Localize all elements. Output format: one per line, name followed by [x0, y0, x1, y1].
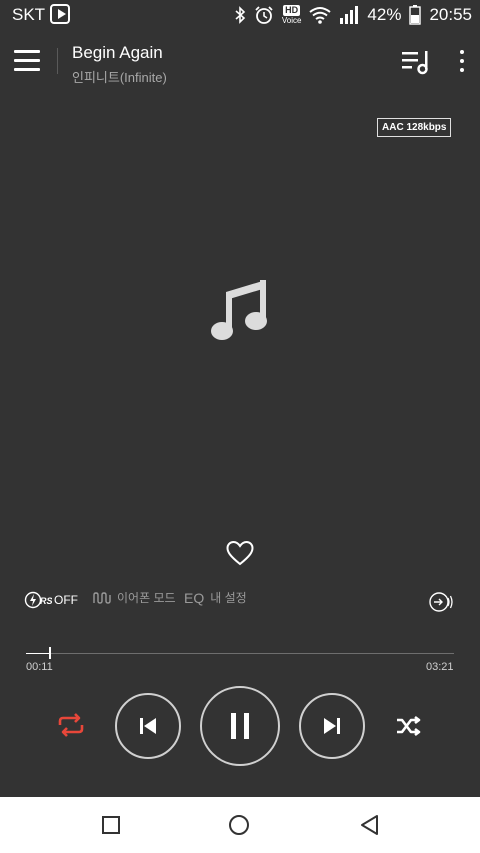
favorite-heart-icon[interactable]	[226, 540, 254, 566]
voice-label: Voice	[281, 15, 302, 25]
repeat-button[interactable]	[56, 712, 86, 738]
song-artist: 인피니트(Infinite)	[72, 70, 167, 85]
eq-setting-label: 내 설정	[210, 591, 247, 605]
rs-icon: RS	[24, 591, 52, 609]
skip-next-icon	[324, 718, 340, 734]
player-header: Begin Again 인피니트(Infinite)	[0, 30, 480, 92]
music-note-icon	[211, 280, 267, 340]
earphone-mode-label: 이어폰 모드	[117, 591, 176, 605]
playlist-button[interactable]	[400, 48, 430, 76]
recent-apps-button[interactable]	[102, 816, 120, 834]
repeat-icon	[58, 713, 84, 737]
play-badge-icon	[50, 4, 70, 24]
seek-bar-progress	[26, 653, 50, 654]
playlist-icon	[402, 51, 428, 75]
shuffle-button[interactable]	[396, 714, 422, 738]
menu-button[interactable]	[14, 50, 42, 72]
seek-bar[interactable]	[26, 653, 454, 654]
shuffle-icon	[397, 715, 421, 737]
seek-bar-thumb[interactable]	[48, 647, 51, 659]
menu-icon	[14, 50, 40, 53]
more-options-button[interactable]	[455, 48, 469, 76]
cast-icon	[429, 592, 453, 612]
elapsed-time: 00:11	[26, 661, 53, 673]
skip-previous-icon	[140, 718, 156, 734]
signal-icon	[340, 6, 359, 24]
codec-badge: AAC 128kbps	[377, 118, 452, 137]
alarm-icon	[255, 6, 273, 24]
pause-icon	[231, 713, 249, 739]
hd-voice-icon: HD Voice	[281, 4, 302, 26]
rs-status: OFF	[54, 593, 78, 607]
svg-text:RS: RS	[40, 596, 52, 606]
battery-percent: 42%	[367, 5, 402, 24]
back-icon	[361, 815, 378, 835]
carrier-label: SKT	[12, 5, 46, 24]
system-nav-bar	[0, 797, 480, 853]
wave-icon	[93, 591, 111, 604]
song-title: Begin Again	[72, 43, 163, 62]
next-button[interactable]	[299, 693, 365, 759]
total-time: 03:21	[426, 661, 454, 673]
home-button[interactable]	[229, 815, 249, 835]
wifi-icon	[309, 7, 332, 24]
hd-label: HD	[283, 4, 301, 16]
back-button[interactable]	[359, 814, 381, 836]
status-icons: HD Voice 42% 20:55	[234, 3, 472, 27]
status-bar: SKT HD Voice 42% 20:55	[0, 0, 480, 30]
battery-icon	[409, 5, 422, 25]
header-divider	[57, 48, 58, 74]
pause-button[interactable]	[200, 686, 280, 766]
eq-button[interactable]: EQ 내 설정	[184, 589, 247, 606]
previous-button[interactable]	[115, 693, 181, 759]
eq-label: EQ	[184, 589, 205, 606]
clock: 20:55	[429, 5, 472, 24]
bluetooth-icon	[235, 6, 246, 24]
earphone-mode-button[interactable]: 이어폰 모드	[93, 589, 176, 606]
rs-toggle[interactable]: RS OFF	[24, 591, 78, 609]
more-vert-icon	[460, 50, 464, 54]
output-device-button[interactable]	[429, 591, 453, 613]
